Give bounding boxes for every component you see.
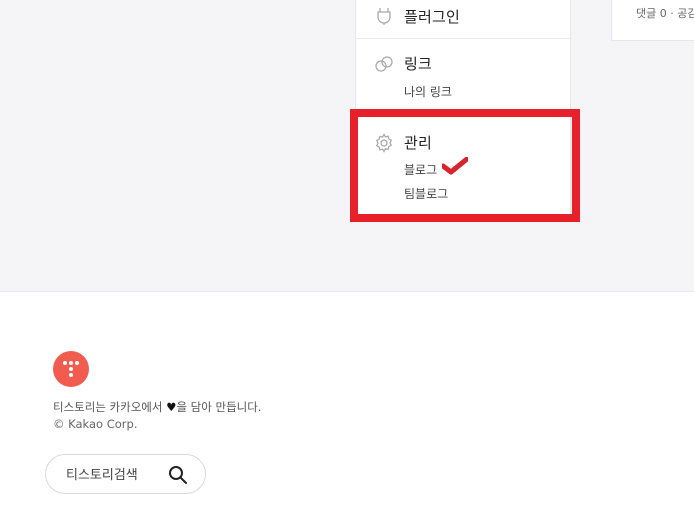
search-icon[interactable] xyxy=(166,463,190,487)
sidebar-subitem-team-blog[interactable]: 팀블로그 xyxy=(404,185,448,202)
footer-tagline: 티스토리는 카카오에서 ♥을 담아 만듭니다. xyxy=(53,400,262,414)
plug-icon xyxy=(374,6,394,26)
sidebar-item-manage[interactable]: 관리 블로그 팀블로그 xyxy=(356,118,570,218)
sidebar-subitem-my-link[interactable]: 나의 링크 xyxy=(404,83,452,100)
gear-icon xyxy=(374,133,394,153)
footer-search xyxy=(45,454,206,494)
sidebar-subitem-blog[interactable]: 블로그 xyxy=(404,161,437,178)
sidebar-item-plugin[interactable]: 플러그인 xyxy=(356,0,570,39)
sidebar-item-label: 링크 xyxy=(404,55,433,73)
search-input[interactable] xyxy=(66,465,166,485)
post-card-meta: 댓글 0 · 공감 xyxy=(636,7,694,20)
sidebar-panel: 플러그인 링크 나의 링크 관리 블로그 팀블로그 xyxy=(355,0,571,222)
link-icon xyxy=(374,54,394,74)
footer-copyright: © Kakao Corp. xyxy=(53,417,138,431)
post-card[interactable]: 댓글 0 · 공감 xyxy=(611,0,694,41)
heart-icon: ♥ xyxy=(166,400,177,414)
tistory-logo-icon[interactable] xyxy=(53,351,89,387)
sidebar-item-link[interactable]: 링크 나의 링크 xyxy=(356,39,570,109)
sidebar-item-label: 관리 xyxy=(404,134,433,152)
content-background xyxy=(0,0,694,292)
sidebar-item-label: 플러그인 xyxy=(404,8,461,26)
checkmark-icon xyxy=(440,156,470,179)
